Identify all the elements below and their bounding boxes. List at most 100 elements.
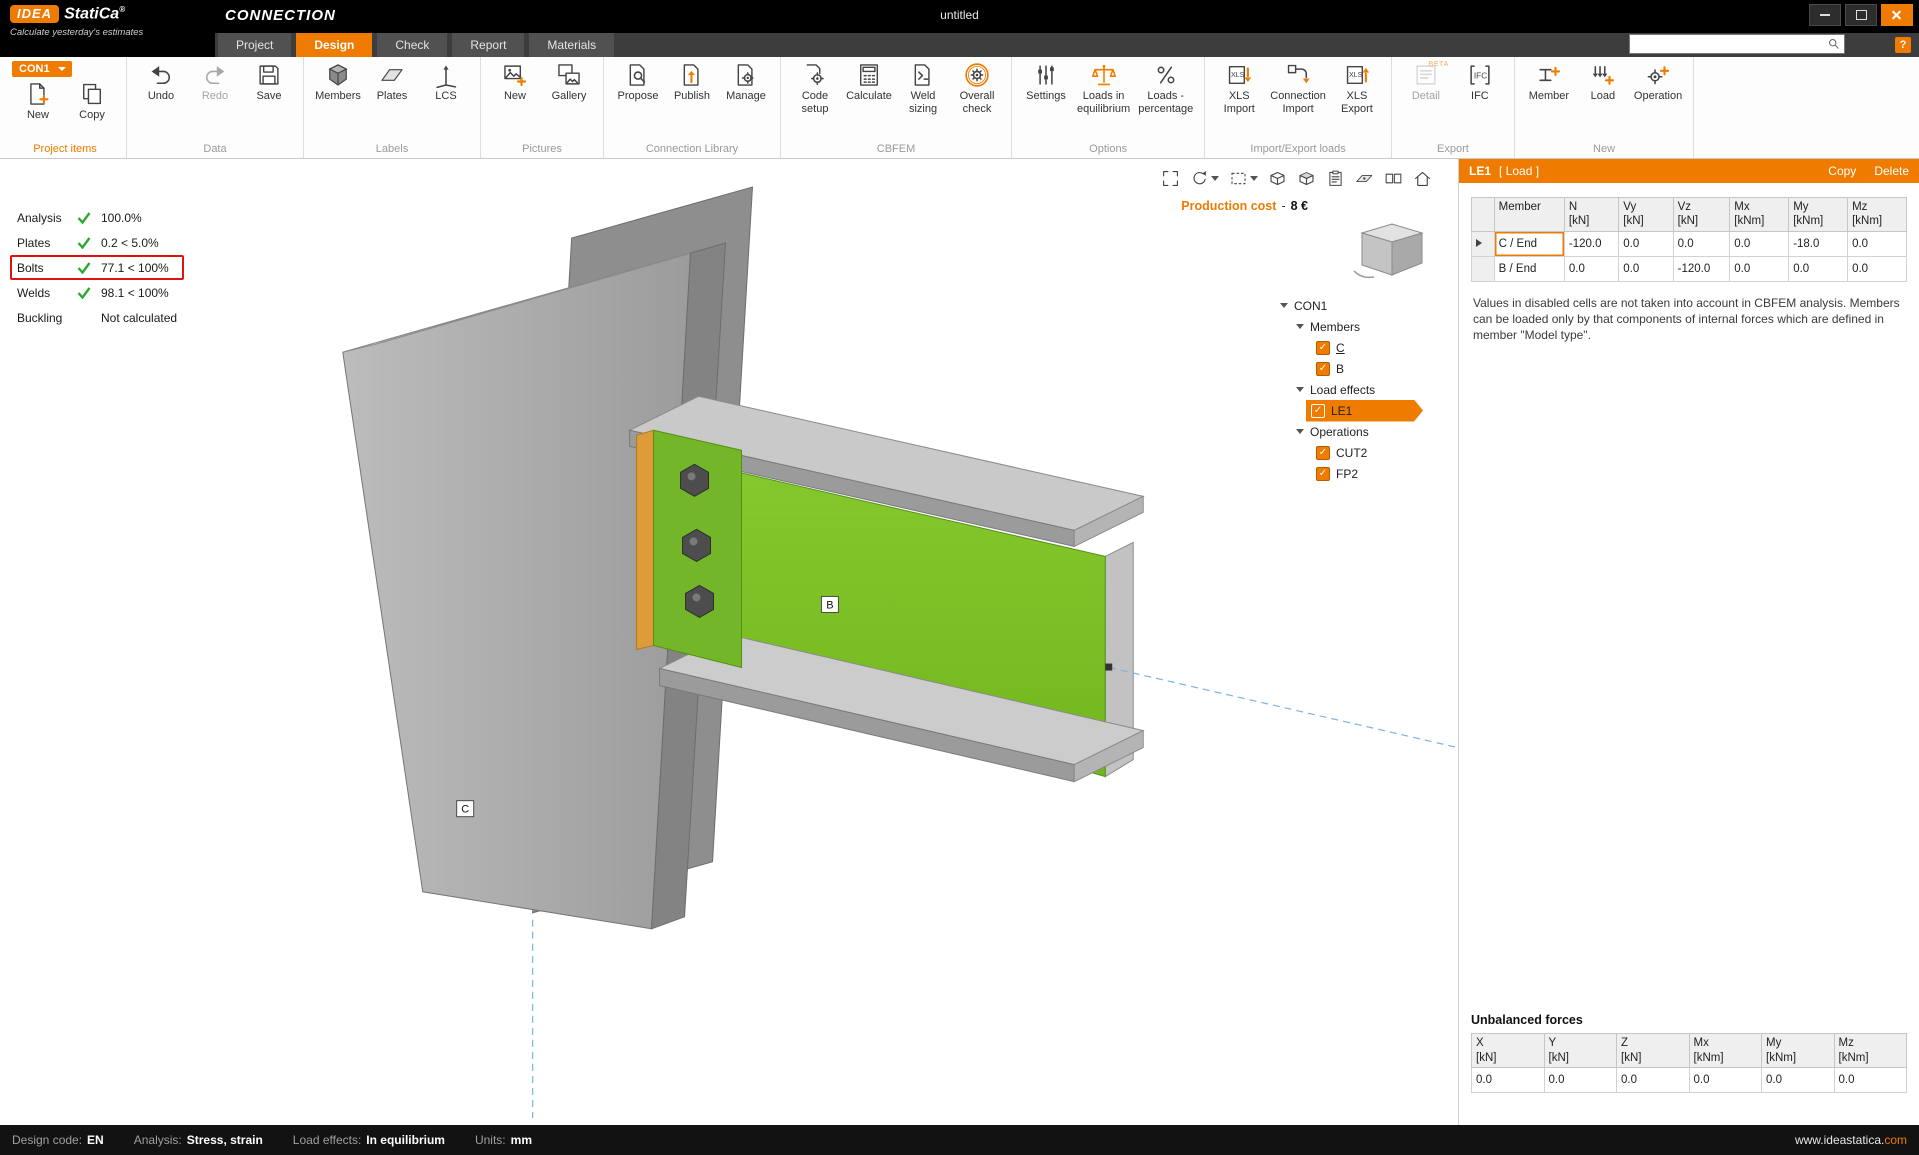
member-cell[interactable]: C / End bbox=[1494, 231, 1564, 256]
code-setup-button[interactable]: Code setup bbox=[789, 61, 841, 116]
member-cell[interactable]: B / End bbox=[1494, 256, 1564, 281]
navigation-cube[interactable] bbox=[1348, 211, 1434, 279]
selection-mode-icon[interactable] bbox=[1229, 169, 1258, 188]
load-button[interactable]: Load bbox=[1577, 61, 1629, 104]
plates-button[interactable]: Plates bbox=[366, 61, 418, 104]
gallery-button[interactable]: Gallery bbox=[543, 61, 595, 104]
check-row-welds: Welds98.1 < 100% bbox=[10, 280, 184, 305]
overall-check-button[interactable]: Overall check bbox=[951, 61, 1003, 116]
copy-button[interactable]: Copy bbox=[66, 80, 118, 123]
clip-plane-icon[interactable] bbox=[1355, 169, 1374, 188]
propose-button[interactable]: Propose bbox=[612, 61, 664, 104]
tree-node-load-effects[interactable]: Load effects bbox=[1276, 379, 1454, 400]
publish-button[interactable]: Publish bbox=[666, 61, 718, 104]
view-cube-icon[interactable] bbox=[1268, 169, 1287, 188]
settings-button[interactable]: Settings bbox=[1020, 61, 1072, 104]
load-row-c-end[interactable]: C / End-120.00.00.00.0-18.00.0 bbox=[1472, 231, 1907, 256]
checkbox-icon[interactable]: ✓ bbox=[1316, 467, 1330, 481]
operation-button[interactable]: Operation bbox=[1631, 61, 1685, 104]
website-link[interactable]: www.ideastatica.com bbox=[1795, 1133, 1907, 1147]
viewport-3d[interactable]: B C Analysis100.0%Plates0.2 < 5.0%Bolts7… bbox=[0, 159, 1458, 1125]
checkbox-icon[interactable]: ✓ bbox=[1316, 362, 1330, 376]
xls-import-button[interactable]: XLSXLS Import bbox=[1213, 61, 1265, 116]
production-cost-label: Production cost bbox=[1181, 199, 1276, 213]
home-view-icon[interactable] bbox=[1413, 169, 1432, 188]
chevron-down-icon[interactable] bbox=[1211, 176, 1219, 181]
loads-in-equilibrium-button[interactable]: Loads in equilibrium bbox=[1074, 61, 1133, 116]
force-cell[interactable]: 0.0 bbox=[1619, 231, 1673, 256]
selected-tree-item[interactable]: ✓LE1 bbox=[1306, 400, 1423, 422]
tab-design[interactable]: Design bbox=[296, 33, 372, 57]
load-row-b-end[interactable]: B / End0.00.0-120.00.00.00.0 bbox=[1472, 256, 1907, 281]
members-button[interactable]: Members bbox=[312, 61, 364, 104]
search-icon[interactable] bbox=[1827, 37, 1841, 51]
force-cell[interactable]: 0.0 bbox=[1848, 231, 1907, 256]
force-cell[interactable]: 0.0 bbox=[1619, 256, 1673, 281]
tab-check[interactable]: Check bbox=[377, 33, 447, 57]
weld-sizing-button[interactable]: Weld sizing bbox=[897, 61, 949, 116]
chevron-down-icon[interactable] bbox=[1250, 176, 1258, 181]
new-button[interactable]: New bbox=[489, 61, 541, 104]
minimize-button[interactable] bbox=[1809, 4, 1841, 26]
search-input[interactable] bbox=[1633, 36, 1827, 52]
compare-views-icon[interactable] bbox=[1384, 169, 1403, 188]
navcube-rotate-arrow[interactable] bbox=[1354, 271, 1374, 277]
checkbox-icon[interactable]: ✓ bbox=[1311, 404, 1325, 418]
calculate-button[interactable]: Calculate bbox=[843, 61, 895, 104]
delete-load-button[interactable]: Delete bbox=[1874, 164, 1909, 178]
connection-selector[interactable]: CON1 bbox=[12, 61, 72, 77]
fullscreen-icon[interactable] bbox=[1161, 169, 1180, 188]
loads-percentage-button[interactable]: Loads - percentage bbox=[1135, 61, 1196, 116]
expander-icon[interactable] bbox=[1296, 429, 1304, 438]
row-header-cell[interactable] bbox=[1472, 231, 1495, 256]
member-button[interactable]: Member bbox=[1523, 61, 1575, 104]
tab-report[interactable]: Report bbox=[452, 33, 524, 57]
connection-import-button[interactable]: Connection Import bbox=[1267, 61, 1329, 116]
tree-node-members[interactable]: Members bbox=[1276, 316, 1454, 337]
force-cell[interactable]: 0.0 bbox=[1730, 256, 1789, 281]
beam-label[interactable]: B bbox=[821, 596, 838, 612]
checkbox-icon[interactable]: ✓ bbox=[1316, 341, 1330, 355]
ifc-button[interactable]: IFCIFC bbox=[1454, 61, 1506, 104]
save-button[interactable]: Save bbox=[243, 61, 295, 104]
tree-node-b[interactable]: ✓B bbox=[1276, 358, 1454, 379]
force-cell[interactable]: -18.0 bbox=[1789, 231, 1848, 256]
expander-icon[interactable] bbox=[1296, 324, 1304, 333]
copy-load-button[interactable]: Copy bbox=[1828, 164, 1856, 178]
maximize-button[interactable] bbox=[1845, 4, 1877, 26]
tree-node-con1[interactable]: CON1 bbox=[1276, 295, 1454, 316]
manage-button[interactable]: Manage bbox=[720, 61, 772, 104]
expander-icon[interactable] bbox=[1296, 387, 1304, 396]
force-cell[interactable]: 0.0 bbox=[1848, 256, 1907, 281]
tree-node-le1[interactable]: ✓LE1 bbox=[1276, 400, 1454, 421]
bolts[interactable] bbox=[681, 464, 714, 617]
force-cell[interactable]: 0.0 bbox=[1673, 231, 1730, 256]
tab-project[interactable]: Project bbox=[218, 33, 291, 57]
weld-icon bbox=[910, 62, 936, 88]
tree-node-operations[interactable]: Operations bbox=[1276, 421, 1454, 442]
lcs-button[interactable]: LCS bbox=[420, 61, 472, 104]
row-expander-icon[interactable] bbox=[1476, 239, 1482, 247]
help-button[interactable]: ? bbox=[1895, 37, 1911, 53]
force-cell[interactable]: 0.0 bbox=[1564, 256, 1618, 281]
axonometry-icon[interactable] bbox=[1297, 169, 1316, 188]
column-label[interactable]: C bbox=[457, 801, 474, 817]
close-button[interactable] bbox=[1881, 4, 1913, 26]
tab-materials[interactable]: Materials bbox=[529, 33, 614, 57]
expander-icon[interactable] bbox=[1280, 303, 1288, 312]
tree-node-c[interactable]: ✓C bbox=[1276, 337, 1454, 358]
copy-picture-icon[interactable] bbox=[1326, 169, 1345, 188]
ribbon-group-label: Import/Export loads bbox=[1213, 142, 1383, 158]
row-header-cell[interactable] bbox=[1472, 256, 1495, 281]
tree-node-cut2[interactable]: ✓CUT2 bbox=[1276, 442, 1454, 463]
force-cell[interactable]: -120.0 bbox=[1673, 256, 1730, 281]
xls-export-button[interactable]: XLSXLS Export bbox=[1331, 61, 1383, 116]
orbit-icon[interactable] bbox=[1190, 169, 1219, 188]
undo-button[interactable]: Undo bbox=[135, 61, 187, 104]
new-button[interactable]: New bbox=[12, 80, 64, 123]
checkbox-icon[interactable]: ✓ bbox=[1316, 446, 1330, 460]
force-cell[interactable]: 0.0 bbox=[1789, 256, 1848, 281]
tree-node-fp2[interactable]: ✓FP2 bbox=[1276, 463, 1454, 484]
force-cell[interactable]: -120.0 bbox=[1564, 231, 1618, 256]
force-cell[interactable]: 0.0 bbox=[1730, 231, 1789, 256]
